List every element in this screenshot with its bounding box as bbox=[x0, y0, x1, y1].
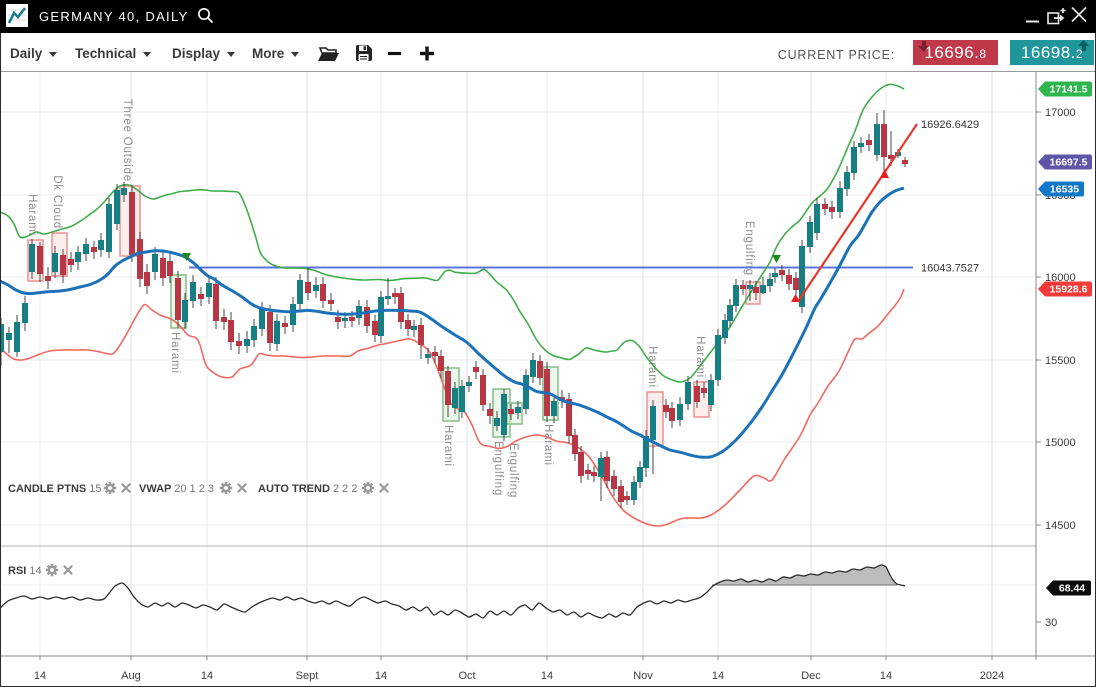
svg-text:15928.6: 15928.6 bbox=[1050, 284, 1088, 296]
svg-text:Dk Cloud: Dk Cloud bbox=[51, 175, 63, 229]
svg-text:Oct: Oct bbox=[458, 670, 475, 682]
svg-text:RSI 14: RSI 14 bbox=[8, 565, 42, 577]
svg-text:Aug: Aug bbox=[121, 670, 141, 682]
svg-text:Engulfing: Engulfing bbox=[507, 443, 519, 498]
svg-text:Nov: Nov bbox=[633, 670, 653, 682]
svg-text:14500: 14500 bbox=[1045, 520, 1076, 532]
svg-text:Harami: Harami bbox=[442, 425, 454, 467]
svg-text:14: 14 bbox=[712, 670, 724, 682]
svg-text:CANDLE PTNS 15: CANDLE PTNS 15 bbox=[8, 483, 102, 495]
svg-text:16043.7527: 16043.7527 bbox=[921, 263, 979, 275]
svg-text:14: 14 bbox=[375, 670, 387, 682]
svg-text:16926.6429: 16926.6429 bbox=[921, 119, 979, 131]
svg-text:VWAP 20 1 2 3: VWAP 20 1 2 3 bbox=[139, 483, 214, 495]
svg-text:Harami: Harami bbox=[169, 332, 181, 374]
svg-text:15000: 15000 bbox=[1045, 437, 1076, 449]
svg-text:Harami: Harami bbox=[26, 194, 38, 236]
svg-text:17141.5: 17141.5 bbox=[1050, 84, 1088, 96]
svg-text:16535: 16535 bbox=[1050, 184, 1079, 196]
svg-text:Dec: Dec bbox=[801, 670, 821, 682]
svg-text:Harami: Harami bbox=[542, 424, 554, 466]
svg-text:14: 14 bbox=[541, 670, 553, 682]
svg-text:Three Outside: Three Outside bbox=[121, 99, 133, 182]
svg-text:14: 14 bbox=[201, 670, 213, 682]
svg-text:Sept: Sept bbox=[296, 670, 319, 682]
svg-text:17000: 17000 bbox=[1045, 107, 1076, 119]
svg-text:68.44: 68.44 bbox=[1059, 583, 1085, 595]
svg-text:16697.5: 16697.5 bbox=[1050, 157, 1088, 169]
svg-text:2024: 2024 bbox=[980, 670, 1004, 682]
svg-text:14: 14 bbox=[34, 670, 46, 682]
svg-text:Harami: Harami bbox=[646, 346, 658, 388]
svg-text:30: 30 bbox=[1045, 617, 1057, 629]
svg-text:Engulfing: Engulfing bbox=[492, 441, 504, 496]
svg-text:15500: 15500 bbox=[1045, 355, 1076, 367]
svg-text:14: 14 bbox=[880, 670, 892, 682]
svg-text:AUTO TREND 2 2 2: AUTO TREND 2 2 2 bbox=[258, 483, 357, 495]
